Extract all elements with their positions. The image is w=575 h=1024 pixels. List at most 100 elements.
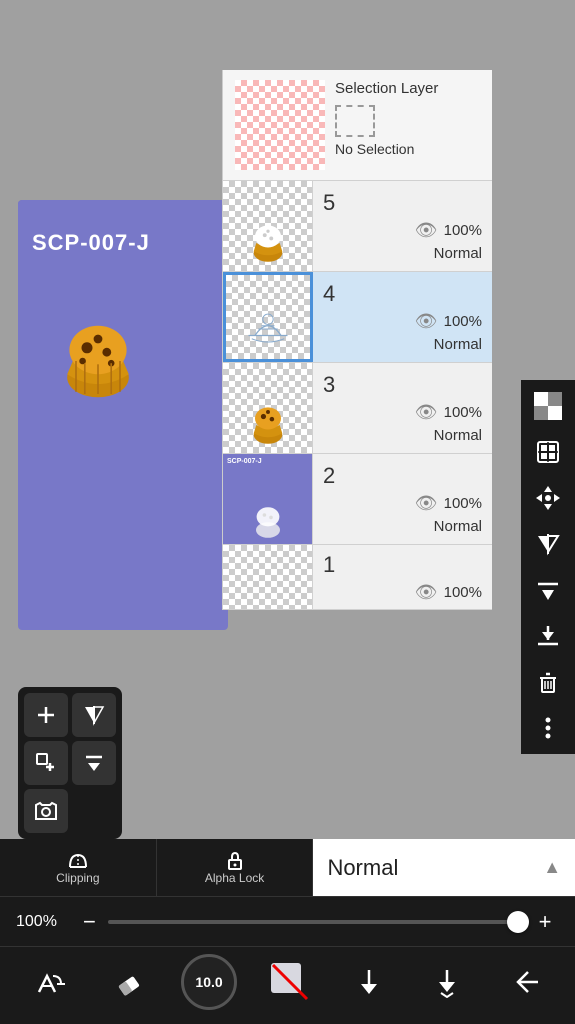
blend-mode-arrow-icon: ▲ (543, 857, 561, 878)
selection-thumb (235, 80, 325, 170)
camera-btn[interactable] (24, 789, 68, 833)
layer-3-info: 3 👁 100% Normal (313, 366, 492, 450)
layer-4-opacity-row: 👁 100% (415, 311, 482, 332)
layer-2-eye[interactable]: 👁 (415, 493, 438, 514)
layer-2-muffin (238, 482, 298, 542)
eraser-tool-btn[interactable] (103, 957, 153, 1007)
layer-4-eye[interactable]: 👁 (415, 311, 438, 332)
brush-size-value: 10.0 (195, 974, 222, 990)
layer-3-muffin-color (235, 384, 300, 449)
blue-canvas-card: SCP-007-J (18, 200, 228, 630)
move-down-chevron-btn[interactable] (422, 957, 472, 1007)
no-selection-text: No Selection (335, 141, 480, 157)
layer-5-number: 5 (323, 190, 335, 216)
layer-row-3[interactable]: 3 👁 100% Normal (223, 363, 492, 454)
layer-1-opacity-row: 👁 100% (415, 582, 482, 603)
layer-4-opacity: 100% (444, 313, 482, 330)
merge-layers-btn[interactable] (72, 741, 116, 785)
layer-4-number: 4 (323, 281, 335, 307)
layer-row-2[interactable]: SCP-007-J 2 👁 100% Normal (223, 454, 492, 545)
layer-5-thumb (223, 181, 313, 271)
layer-1-info: 1 👁 100% (313, 546, 492, 609)
checkerboard-btn[interactable] (526, 384, 570, 428)
layers-panel: Selection Layer No Selection 5 👁 100% N (222, 70, 492, 610)
back-btn[interactable] (501, 957, 551, 1007)
blend-row: Clipping Alpha Lock Normal ▲ (0, 839, 575, 897)
layer-4-sketch (236, 290, 301, 355)
layer-row-5[interactable]: 5 👁 100% Normal (223, 181, 492, 272)
alpha-lock-btn[interactable]: Alpha Lock (157, 839, 314, 896)
layer-3-blend: Normal (434, 427, 482, 444)
layer-2-blend: Normal (434, 518, 482, 535)
reference-layer-btn[interactable] (526, 430, 570, 474)
clipping-label: Clipping (56, 871, 99, 885)
color-swatch-container (271, 963, 309, 1001)
layer-2-scp-label: SCP-007-J (227, 458, 262, 465)
opacity-plus-btn[interactable]: + (531, 909, 559, 935)
add-layer-btn[interactable] (24, 693, 68, 737)
layer-2-opacity: 100% (444, 495, 482, 512)
opacity-slider[interactable] (108, 920, 519, 924)
transform-tool-btn[interactable] (24, 957, 74, 1007)
brush-size-btn[interactable]: 10.0 (181, 954, 237, 1010)
blend-mode-name: Normal (327, 855, 398, 881)
no-selection-box (335, 105, 375, 137)
selection-layer-row[interactable]: Selection Layer No Selection (223, 70, 492, 181)
bottom-bar: Clipping Alpha Lock Normal ▲ 100% − + (0, 839, 575, 1024)
clipping-btn[interactable]: Clipping (0, 839, 157, 896)
opacity-slider-thumb (507, 911, 529, 933)
more-btn[interactable] (526, 706, 570, 750)
add-sublayer-btn[interactable] (24, 741, 68, 785)
opacity-row: 100% − + (0, 897, 575, 947)
move-down-btn[interactable] (344, 957, 394, 1007)
layer-5-opacity-row: 👁 100% (415, 220, 482, 241)
layer-3-number: 3 (323, 372, 335, 398)
scp-title: SCP-007-J (32, 230, 150, 256)
back-icon (510, 966, 542, 998)
muffin-illustration (43, 295, 153, 405)
layer-2-thumb: SCP-007-J (223, 454, 313, 544)
transform-icon (33, 966, 65, 998)
selection-layer-title: Selection Layer (335, 80, 480, 97)
layer-5-opacity: 100% (444, 222, 482, 239)
color-swatch-slash (271, 963, 309, 1001)
layer-5-muffin (235, 202, 300, 267)
layer-3-thumb (223, 363, 313, 453)
layer-3-opacity-row: 👁 100% (415, 402, 482, 423)
color-swatch-btn[interactable] (265, 957, 315, 1007)
alpha-lock-label: Alpha Lock (205, 871, 264, 885)
opacity-value-label: 100% (16, 913, 71, 931)
download-btn[interactable] (526, 614, 570, 658)
move-all-btn[interactable] (526, 476, 570, 520)
eraser-icon (112, 966, 144, 998)
flip-btn[interactable] (526, 522, 570, 566)
layer-4-thumb (223, 272, 313, 362)
layer-5-eye[interactable]: 👁 (415, 220, 438, 241)
layer-4-blend: Normal (434, 336, 482, 353)
layer-2-info: 2 👁 100% Normal (313, 457, 492, 541)
selection-info: Selection Layer No Selection (335, 80, 480, 157)
layer-5-info: 5 👁 100% Normal (313, 184, 492, 268)
mini-toolbar (18, 687, 122, 839)
right-toolbar (521, 380, 575, 754)
alpha-lock-icon (223, 851, 247, 871)
move-down-chevron-icon (431, 966, 463, 998)
trash-btn[interactable] (526, 660, 570, 704)
layer-3-eye[interactable]: 👁 (415, 402, 438, 423)
flatten-btn[interactable] (526, 568, 570, 612)
tool-row: 10.0 (0, 947, 575, 1017)
layer-row-1[interactable]: 1 👁 100% (223, 545, 492, 610)
move-down-icon (353, 966, 385, 998)
layer-3-opacity: 100% (444, 404, 482, 421)
opacity-minus-btn[interactable]: − (83, 909, 96, 935)
layer-1-number: 1 (323, 552, 335, 578)
flip-horizontal-btn[interactable] (72, 693, 116, 737)
layer-5-blend: Normal (434, 245, 482, 262)
layer-1-thumb (223, 545, 313, 610)
layer-1-eye[interactable]: 👁 (415, 582, 438, 603)
layer-2-number: 2 (323, 463, 335, 489)
layer-row-4[interactable]: 4 👁 100% Normal (223, 272, 492, 363)
clipping-icon (66, 851, 90, 871)
layer-2-opacity-row: 👁 100% (415, 493, 482, 514)
blend-mode-selector[interactable]: Normal ▲ (313, 839, 575, 896)
